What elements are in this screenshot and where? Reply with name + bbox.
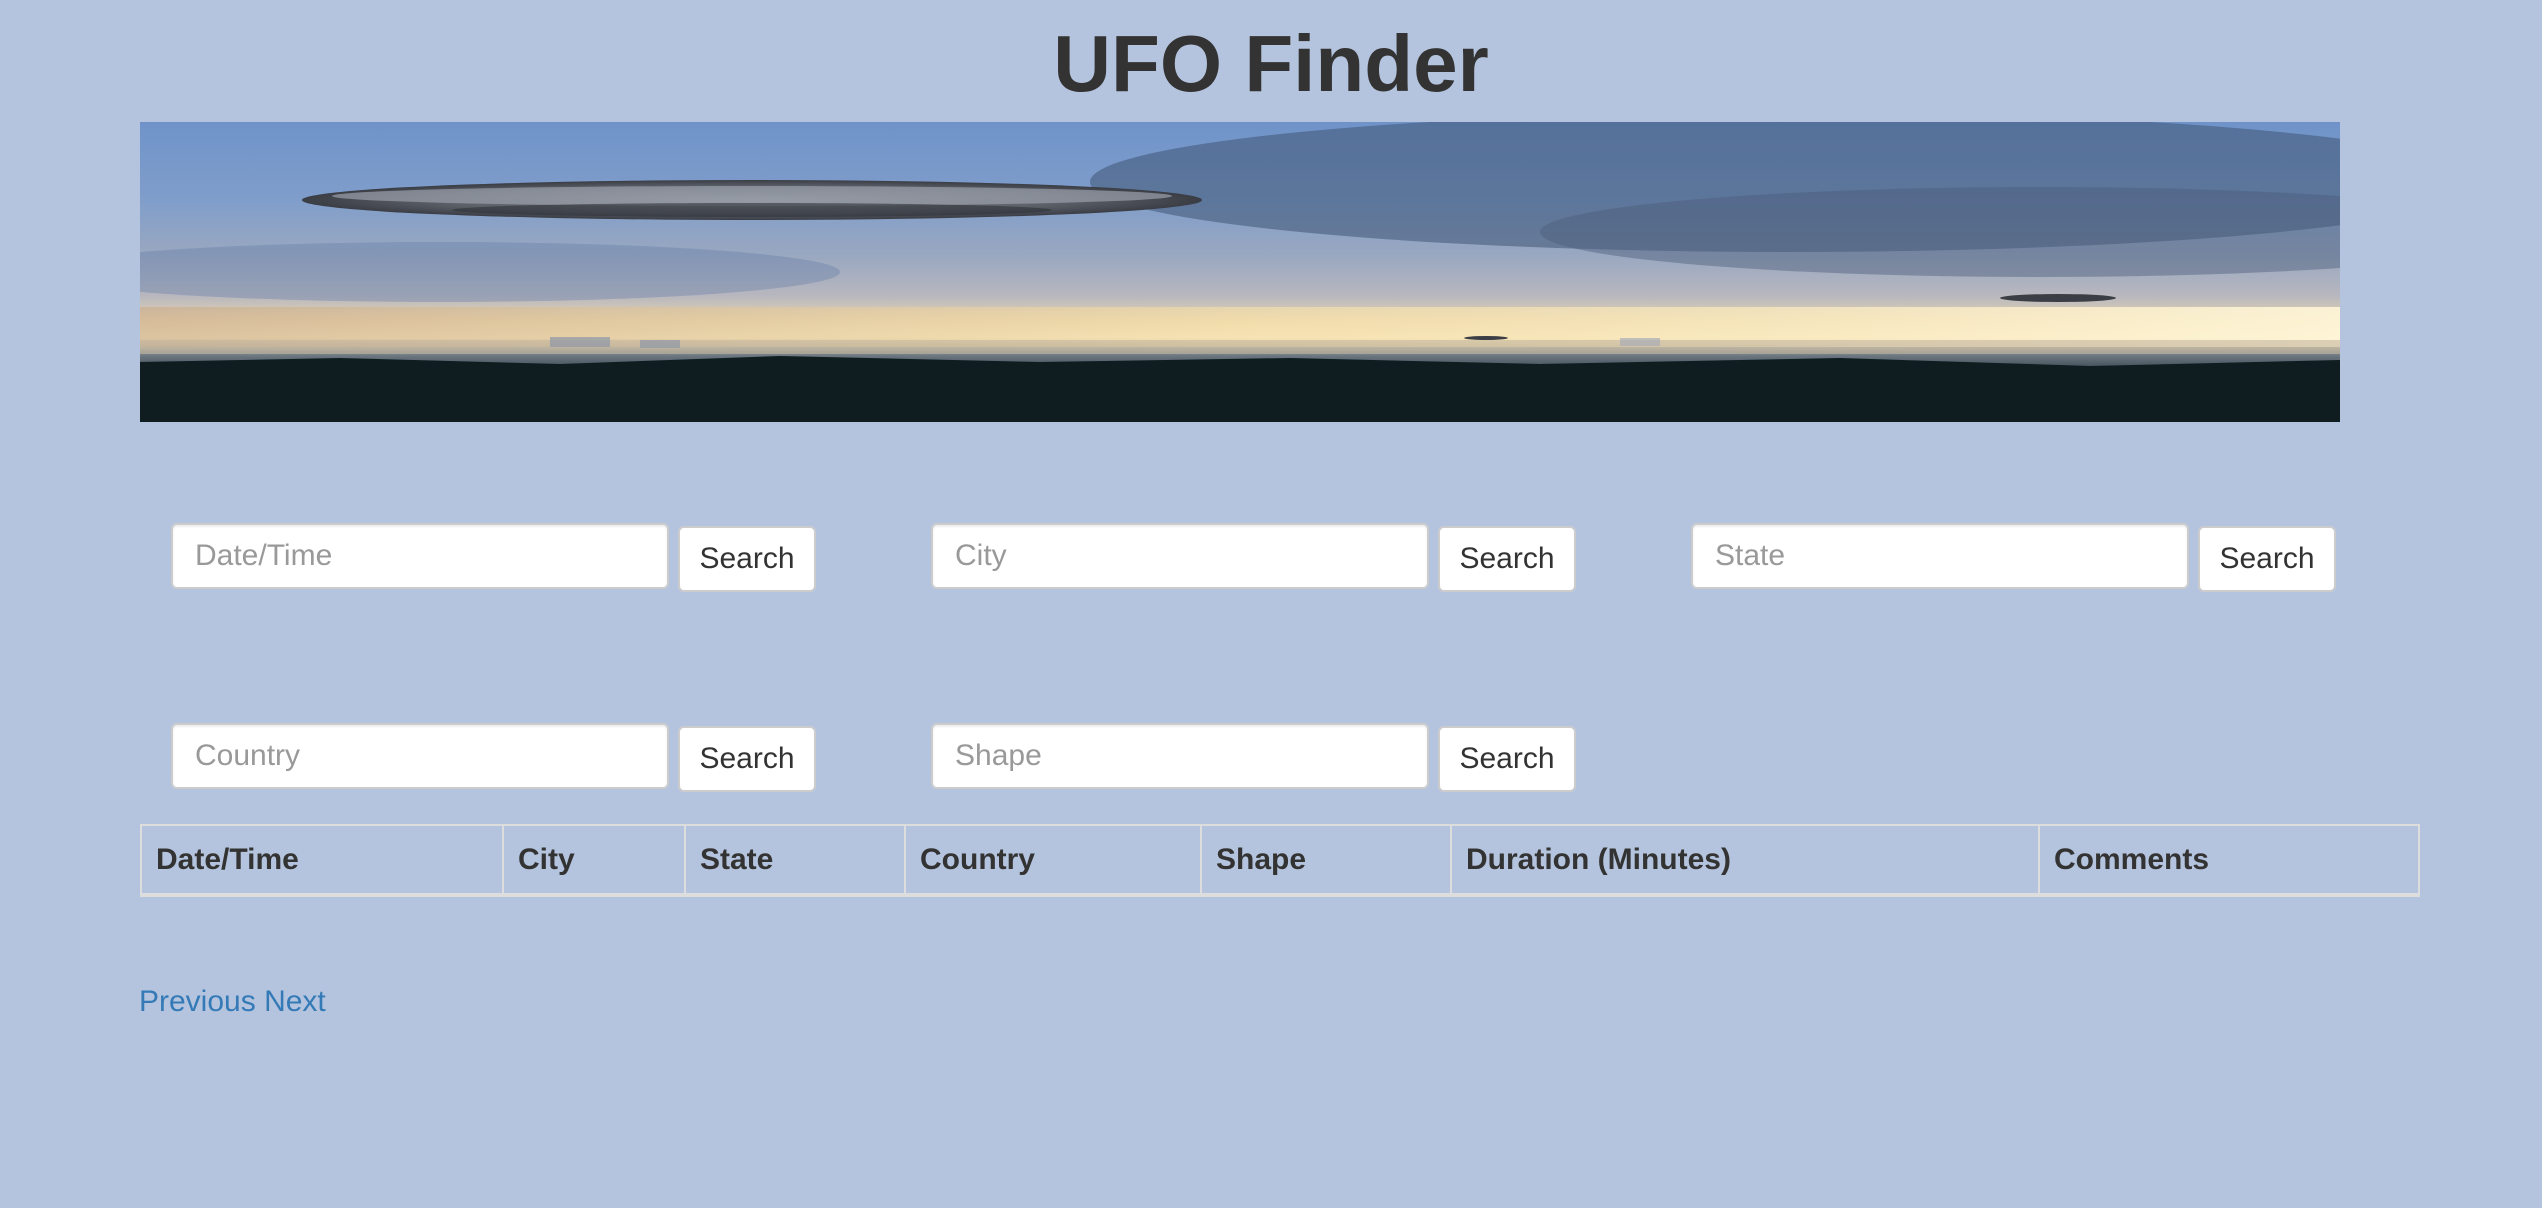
ufo-results-table: Date/Time City State Country Shape Durat… xyxy=(140,824,2420,897)
country-input[interactable] xyxy=(171,723,669,789)
column-header-country: Country xyxy=(904,824,1202,897)
state-search-button[interactable]: Search xyxy=(2198,526,2336,592)
table-header: Date/Time City State Country Shape Durat… xyxy=(140,824,2420,897)
previous-link[interactable]: Previous xyxy=(139,985,256,1018)
column-header-shape: Shape xyxy=(1200,824,1452,897)
city-input[interactable] xyxy=(931,523,1429,589)
page-title: UFO Finder xyxy=(1053,19,1489,108)
column-header-datetime: Date/Time xyxy=(140,824,504,897)
city-filter: Search xyxy=(931,523,1576,593)
table-header-row: Date/Time City State Country Shape Durat… xyxy=(140,824,2420,897)
column-header-comments: Comments xyxy=(2038,824,2420,897)
ufo-banner-image xyxy=(140,122,2340,422)
column-header-state: State xyxy=(684,824,906,897)
column-header-city: City xyxy=(502,824,686,897)
pagination: Previous Next xyxy=(139,980,326,1024)
shape-filter: Search xyxy=(931,723,1576,793)
column-header-duration: Duration (Minutes) xyxy=(1450,824,2040,897)
datetime-input[interactable] xyxy=(171,523,669,589)
next-link[interactable]: Next xyxy=(264,985,326,1018)
country-search-button[interactable]: Search xyxy=(678,726,816,792)
state-input[interactable] xyxy=(1691,523,2189,589)
city-search-button[interactable]: Search xyxy=(1438,526,1576,592)
shape-search-button[interactable]: Search xyxy=(1438,726,1576,792)
state-filter: Search xyxy=(1691,523,2336,593)
datetime-filter: Search xyxy=(171,523,816,593)
datetime-search-button[interactable]: Search xyxy=(678,526,816,592)
country-filter: Search xyxy=(171,723,816,793)
shape-input[interactable] xyxy=(931,723,1429,789)
